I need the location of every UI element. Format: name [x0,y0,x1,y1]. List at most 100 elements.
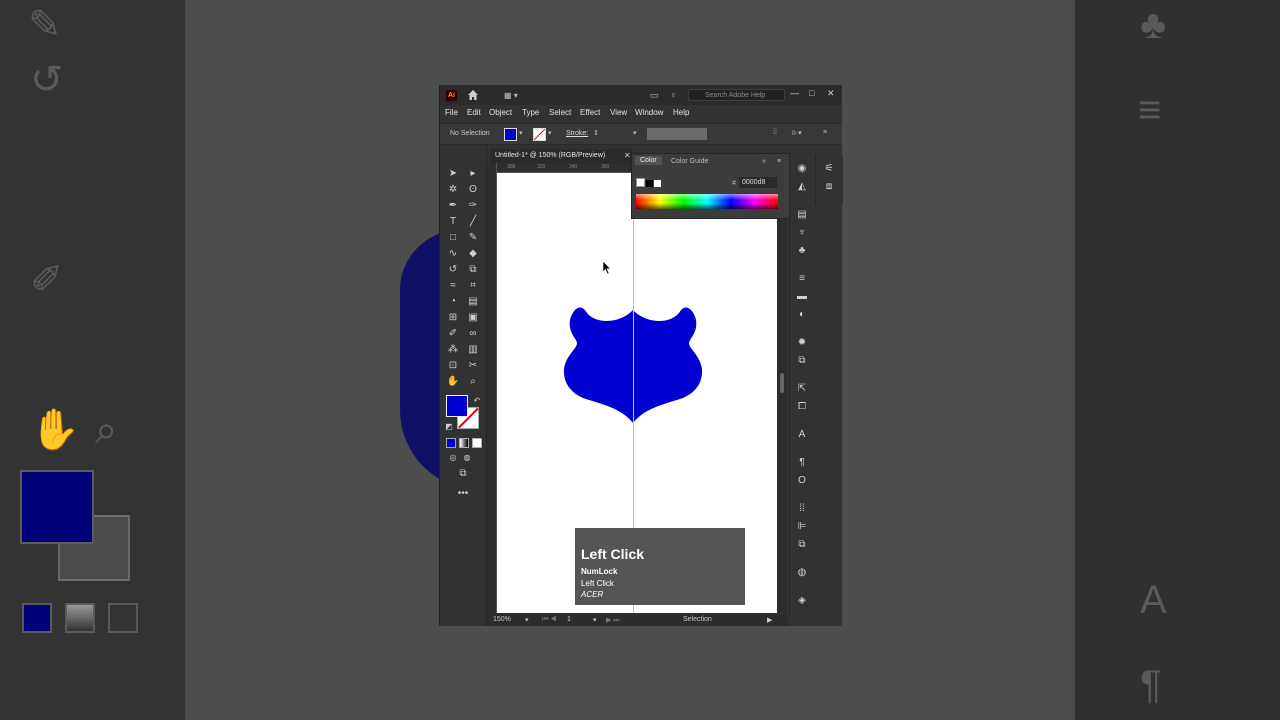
minimize-button[interactable]: — [790,88,799,98]
pen-tool-icon[interactable]: ✒ [446,199,460,213]
close-window-button[interactable]: ✕ [827,88,835,99]
fill-color-box[interactable] [446,395,468,417]
more-tools-icon[interactable]: ••• [456,487,470,501]
color-spectrum[interactable] [636,194,778,209]
color-mode-icon[interactable] [446,438,456,448]
fill-dropdown-icon[interactable]: ▾ [519,129,523,137]
stroke-dropdown-icon[interactable]: ▾ [548,129,552,137]
stroke-weight-stepper-icon[interactable]: ⇕ [593,129,599,137]
next-artboard-icon[interactable]: ▶ ⏭ [606,616,620,625]
hand-tool-icon[interactable]: ✋ [446,375,460,389]
graphic-styles-icon[interactable]: ⧉ [792,355,812,367]
shape-builder-tool-icon[interactable]: ◔ [446,295,460,309]
draw-mode-icon[interactable]: ◎ [446,451,460,465]
tab-color[interactable]: Color [635,156,662,165]
search-help-input[interactable]: Search Adobe Help [688,89,785,101]
first-artboard-icon[interactable]: ⏮ ◀ [542,616,557,624]
scale-tool-icon[interactable]: ⧉ [466,263,480,277]
gradient-panel-icon[interactable]: ▬ [792,291,812,303]
menu-window[interactable]: Window [635,108,663,117]
stroke-label[interactable]: Stroke: [566,130,588,137]
symbol-sprayer-tool-icon[interactable]: ⁂ [446,343,460,357]
menu-select[interactable]: Select [549,108,571,117]
document-tab[interactable]: Untitled-1* @ 150% (RGB/Preview) [490,149,632,163]
perspective-grid-tool-icon[interactable]: ▤ [466,295,480,309]
rotate-tool-icon[interactable]: ↺ [446,263,460,277]
artboards-icon[interactable]: ⧠ [792,401,812,413]
zoom-dropdown-icon[interactable]: ▾ [525,616,529,624]
cc-libraries-icon[interactable]: ⧈ [819,181,839,193]
home-icon[interactable] [467,89,479,101]
swap-fill-stroke-icon[interactable]: ↶ [470,394,484,408]
menu-effect[interactable]: Effect [580,108,600,117]
character-icon[interactable]: A [792,429,812,441]
zoom-tool-icon[interactable]: ⌕ [466,375,480,389]
direct-selection-tool-icon[interactable]: ▸ [466,167,480,181]
color-guide-icon[interactable]: ◭ [792,181,812,193]
draw-behind-icon[interactable]: ◍ [460,451,474,465]
discover-lightbulb-icon[interactable]: ♀ [670,90,677,100]
hex-value-input[interactable]: 0000d8 [739,177,777,188]
shaper-tool-icon[interactable]: ∿ [446,247,460,261]
artboard-number[interactable]: 1 [567,616,571,623]
eraser-tool-icon[interactable]: ◆ [466,247,480,261]
layers-icon[interactable]: ◈ [792,595,812,607]
transform-panel-icon[interactable]: ⁞⁞ [792,503,812,515]
stroke-swatch[interactable] [533,128,546,141]
brushes-icon[interactable]: ♆ [792,227,812,239]
rectangle-tool-icon[interactable]: □ [446,231,460,245]
black-chip[interactable] [646,180,653,187]
tab-color-guide[interactable]: Color Guide [671,158,708,165]
properties-icon[interactable]: ⚟ [819,163,839,175]
status-menu-icon[interactable]: ▶ [767,616,772,624]
gradient-mode-icon[interactable] [459,438,469,448]
menu-file[interactable]: File [445,108,458,117]
type-tool-icon[interactable]: T [446,215,460,229]
panel-collapse-icon[interactable]: » [762,158,766,165]
artboard-dropdown-icon[interactable]: ▾ [593,616,597,624]
arrange-documents-icon[interactable]: ▭ [650,90,659,101]
panel-menu-icon[interactable]: ≡ [777,158,781,165]
blend-tool-icon[interactable]: ∞ [466,327,480,341]
column-graph-tool-icon[interactable]: ▥ [466,343,480,357]
default-fill-stroke-icon[interactable]: ◩ [442,420,456,434]
opentype-icon[interactable]: O [792,475,812,487]
scrollbar-thumb[interactable] [780,373,784,393]
none-mode-icon[interactable] [472,438,482,448]
appearance-icon[interactable]: ✹ [792,337,812,349]
warp-tool-icon[interactable]: ≈ [446,279,460,293]
paintbrush-tool-icon[interactable]: ✎ [466,231,480,245]
maximize-button[interactable]: □ [809,88,814,98]
gradient-tool-icon[interactable]: ▣ [466,311,480,325]
style-field[interactable] [647,128,707,140]
menu-help[interactable]: Help [673,108,689,117]
menu-type[interactable]: Type [522,108,539,117]
pathfinder-icon[interactable]: ⧉ [792,539,812,551]
selection-tool-icon[interactable]: ➤ [446,167,460,181]
white-chip[interactable] [654,180,661,187]
color-panel-icon[interactable]: ◉ [792,163,812,175]
asset-export-icon[interactable]: ◍ [792,567,812,579]
align-icon[interactable]: ⁞⁞ [773,129,777,136]
magic-wand-tool-icon[interactable]: ✲ [446,183,460,197]
mesh-tool-icon[interactable]: ⊞ [446,311,460,325]
screen-mode-icon[interactable]: ⧉ [456,467,470,481]
workspace-switcher-icon[interactable]: ▦ ▾ [504,91,518,100]
menu-edit[interactable]: Edit [467,108,481,117]
curvature-tool-icon[interactable]: ✑ [466,199,480,213]
none-chip[interactable] [636,178,645,187]
stroke-weight-dropdown-icon[interactable]: ▾ [633,129,637,137]
symbols-icon[interactable]: ♣ [792,245,812,257]
stroke-panel-icon[interactable]: ≡ [792,273,812,285]
menu-view[interactable]: View [610,108,627,117]
document-close-button[interactable]: ✕ [624,149,631,163]
eyedropper-tool-icon[interactable]: ✐ [446,327,460,341]
artboard-tool-icon[interactable]: ⊡ [446,359,460,373]
control-menu-icon[interactable]: ≡ [823,129,827,136]
lasso-tool-icon[interactable]: ʘ [466,183,480,197]
vertical-scrollbar[interactable] [777,173,787,613]
align-panel-icon[interactable]: ⊫ [792,521,812,533]
menu-object[interactable]: Object [489,108,512,117]
libraries-icon[interactable]: ▤ [792,209,812,221]
line-tool-icon[interactable]: ╱ [466,215,480,229]
